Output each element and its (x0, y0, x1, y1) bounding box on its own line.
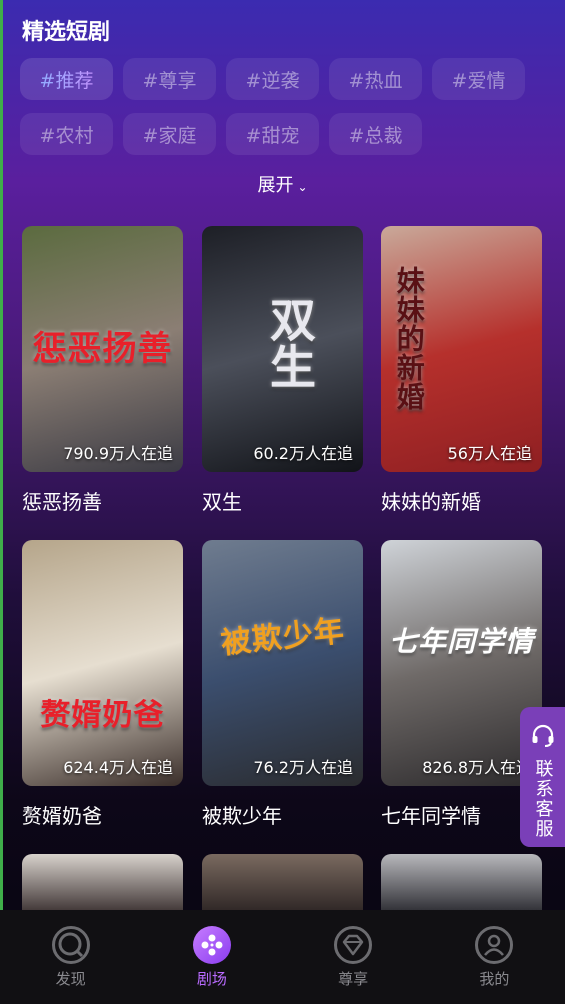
tab-label: 剧场 (196, 969, 227, 988)
drama-poster[interactable] (381, 854, 542, 914)
watch-count: 826.8万人在追 (422, 758, 532, 777)
tag-recommend[interactable]: #推荐 (20, 58, 113, 100)
drama-card[interactable]: 惩恶扬善 790.9万人在追 惩恶扬善 (22, 226, 183, 515)
drama-name[interactable]: 七年同学情 (381, 800, 542, 829)
drama-card[interactable] (381, 854, 542, 914)
drama-card[interactable]: 七年同学情 826.8万人在追 七年同学情 (381, 540, 542, 829)
customer-service-label: 联系客服 (532, 759, 554, 839)
user-icon (475, 925, 514, 964)
drama-poster[interactable]: 七年同学情 826.8万人在追 (381, 540, 542, 786)
drama-poster[interactable]: 双生 60.2万人在追 (202, 226, 363, 472)
tab-label: 尊享 (338, 969, 369, 988)
expand-label: 展开 (257, 175, 294, 196)
drama-name[interactable]: 被欺少年 (202, 800, 363, 829)
tab-discover[interactable]: 发现 (0, 910, 141, 1004)
poster-title: 妹妹的新婚 (392, 266, 426, 411)
drama-card[interactable]: 被欺少年 76.2万人在追 被欺少年 (202, 540, 363, 829)
drama-poster[interactable]: 妹妹的新婚 56万人在追 (381, 226, 542, 472)
tab-theater[interactable]: 剧场 (141, 910, 282, 1004)
tag-sweet[interactable]: #甜宠 (226, 113, 319, 155)
headset-icon (532, 724, 553, 747)
tag-family[interactable]: #家庭 (123, 113, 216, 155)
drama-name[interactable]: 赘婿奶爸 (22, 800, 183, 829)
drama-poster[interactable]: 赘婿奶爸 624.4万人在追 (22, 540, 183, 786)
poster-title: 惩恶扬善 (32, 329, 173, 369)
bottom-tab-bar: 发现 剧场 尊享 我的 (0, 910, 565, 1004)
left-edge-strip (0, 0, 3, 1004)
drama-poster[interactable]: 被欺少年 76.2万人在追 (202, 540, 363, 786)
drama-name[interactable]: 惩恶扬善 (22, 486, 183, 515)
drama-card[interactable] (202, 854, 363, 914)
chevron-down-icon: ⌄ (297, 180, 308, 194)
tab-label: 发现 (55, 969, 86, 988)
tab-profile[interactable]: 我的 (424, 910, 565, 1004)
customer-service-button[interactable]: 联系客服 (520, 707, 565, 847)
drama-name[interactable]: 妹妹的新婚 (381, 486, 542, 515)
tag-rural[interactable]: #农村 (20, 113, 113, 155)
watch-count: 60.2万人在追 (253, 444, 353, 463)
discover-icon (51, 925, 90, 964)
tag-ceo[interactable]: #总裁 (329, 113, 422, 155)
poster-title: 七年同学情 (388, 625, 534, 658)
theater-film-reel-icon (192, 925, 231, 964)
diamond-icon (334, 925, 373, 964)
drama-poster[interactable]: 惩恶扬善 790.9万人在追 (22, 226, 183, 472)
tab-premium[interactable]: 尊享 (283, 910, 424, 1004)
section-title: 精选短剧 (22, 20, 111, 45)
poster-title: 双生 (263, 296, 317, 390)
watch-count: 624.4万人在追 (63, 758, 173, 777)
drama-card[interactable]: 赘婿奶爸 624.4万人在追 赘婿奶爸 (22, 540, 183, 829)
tab-label: 我的 (479, 969, 510, 988)
watch-count: 790.9万人在追 (63, 444, 173, 463)
poster-title: 赘婿奶爸 (40, 698, 165, 733)
poster-title: 被欺少年 (219, 613, 347, 662)
tag-comeback[interactable]: #逆袭 (226, 58, 319, 100)
expand-button[interactable]: 展开 ⌄ (0, 171, 565, 197)
drama-poster[interactable] (202, 854, 363, 914)
drama-poster[interactable] (22, 854, 183, 914)
tag-premium[interactable]: #尊享 (123, 58, 216, 100)
drama-card[interactable]: 双生 60.2万人在追 双生 (202, 226, 363, 515)
drama-card[interactable]: 妹妹的新婚 56万人在追 妹妹的新婚 (381, 226, 542, 515)
watch-count: 76.2万人在追 (253, 758, 353, 777)
tag-filter-list: #推荐 #尊享 #逆袭 #热血 #爱情 #农村 #家庭 #甜宠 #总裁 (20, 58, 540, 155)
tag-romance[interactable]: #爱情 (432, 58, 525, 100)
drama-name[interactable]: 双生 (202, 486, 363, 515)
tag-passion[interactable]: #热血 (329, 58, 422, 100)
drama-card[interactable] (22, 854, 183, 914)
watch-count: 56万人在追 (447, 444, 532, 463)
